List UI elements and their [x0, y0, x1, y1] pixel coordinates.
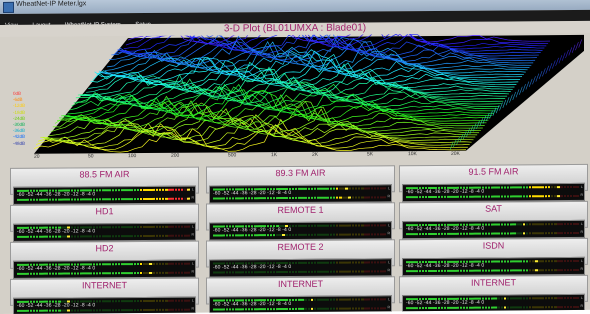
left-channel-marker: L: [581, 258, 583, 263]
level-meter: -60 -52 -44 -36 -28 -20 -12 -8 -4 0 LR: [209, 295, 392, 314]
level-meter: -60 -52 -44 -36 -28 -20 -12 -8 -4 0 LR: [209, 221, 392, 241]
meter-scale: -60 -52 -44 -36 -28 -20 -12 -8 -4 0: [213, 263, 292, 271]
left-channel-marker: L: [388, 186, 390, 191]
level-meter: -60 -52 -44 -36 -28 -20 -12 -8 -4 0 LR: [402, 293, 585, 314]
x-axis-label: 200: [171, 152, 180, 159]
x-axis-label: 500: [228, 152, 237, 159]
left-channel-marker: L: [388, 223, 390, 228]
meter-scale: -60 -52 -44 -36 -28 -20 -12 -8 -4 0: [213, 300, 292, 308]
right-channel-marker: R: [580, 266, 583, 271]
right-channel-marker: R: [580, 192, 583, 197]
right-channel-marker: R: [580, 229, 583, 234]
right-channel-marker: R: [387, 268, 390, 273]
level-meter: -60 -52 -44 -36 -28 -20 -12 -8 -4 0 LR: [402, 256, 585, 277]
y-axis-label: -30dB: [13, 121, 26, 127]
meter-scale: -60 -52 -44 -36 -28 -20 -12 -8 -4 0: [213, 226, 292, 234]
spectrum-waterfall: [33, 32, 584, 154]
right-channel-marker: R: [580, 303, 583, 308]
level-meter: -60 -52 -44 -36 -28 -20 -12 -8 -4 0 LR: [13, 296, 196, 314]
x-axis-label: 20K: [451, 150, 460, 157]
level-meter: -60 -52 -44 -36 -28 -20 -12 -8 -4 0 LR: [13, 185, 196, 205]
right-channel-marker: R: [191, 306, 194, 311]
window-title: WheatNet-IP Meter.lgx: [16, 0, 87, 8]
meter-label: REMOTE 2: [277, 241, 324, 253]
3d-spectrum-plot: 0dB -6dB -12dB -18dB -24dB -30dB -36dB -42dB -48…: [10, 32, 584, 162]
x-axis-label: 10K: [408, 151, 417, 158]
y-axis-label: -12dB: [13, 103, 26, 109]
meter-label: INTERNET: [471, 277, 516, 288]
meter-label: 89.3 FM AIR: [275, 167, 326, 179]
right-channel-marker: R: [191, 195, 194, 200]
app-icon: [3, 1, 14, 13]
level-meter: -60 -52 -44 -36 -28 -20 -12 -8 -4 0 LR: [209, 258, 392, 278]
meter-scale: -60 -52 -44 -36 -28 -20 -12 -8 -4 0: [17, 191, 96, 198]
right-channel-marker: R: [387, 194, 390, 199]
meter-label: SAT: [485, 203, 502, 214]
left-channel-marker: L: [192, 261, 194, 266]
y-axis-label: -6dB: [13, 97, 23, 103]
meter-scale: -60 -52 -44 -36 -28 -20 -12 -8 -4 0: [406, 225, 485, 233]
level-meter: -60 -52 -44 -36 -28 -20 -12 -8 -4 0 LR: [402, 182, 585, 203]
y-axis-label: -18dB: [13, 109, 26, 115]
meter-scale: -60 -52 -44 -36 -28 -20 -12 -8 -4 0: [17, 265, 96, 272]
meter-scale: -60 -52 -44 -36 -28 -20 -12 -8 -4 0: [17, 302, 96, 309]
left-channel-marker: L: [388, 260, 390, 265]
right-channel-marker: R: [387, 305, 390, 310]
y-axis-label: -42dB: [13, 134, 26, 140]
y-axis-label: -24dB: [13, 115, 26, 121]
left-channel-marker: L: [388, 297, 390, 302]
level-meter: -60 -52 -44 -36 -28 -20 -12 -8 -4 0 LR: [402, 219, 585, 240]
left-channel-marker: L: [192, 224, 194, 229]
x-axis-label: 5K: [367, 151, 374, 158]
x-axis-label: 1K: [271, 152, 278, 159]
level-meter: -60 -52 -44 -36 -28 -20 -12 -8 -4 0 LR: [13, 222, 196, 242]
right-channel-marker: R: [191, 269, 194, 274]
left-channel-marker: L: [192, 187, 194, 192]
meter-scale: -60 -52 -44 -36 -28 -20 -12 -8 -4 0: [17, 228, 96, 235]
left-channel-marker: L: [581, 295, 583, 300]
level-meter: -60 -52 -44 -36 -28 -20 -12 -8 -4 0 LR: [209, 184, 392, 204]
y-axis-label: -36dB: [13, 128, 26, 134]
meter-label: HD2: [95, 243, 114, 254]
level-meter: -60 -52 -44 -36 -28 -20 -12 -8 -4 0 LR: [13, 259, 196, 279]
x-axis-label: 50: [88, 153, 94, 160]
meter-scale: -60 -52 -44 -36 -28 -20 -12 -8 -4 0: [213, 189, 292, 197]
y-axis-label: 0dB: [13, 90, 22, 96]
meter-label: 88.5 FM AIR: [79, 169, 130, 180]
meter-scale: -60 -52 -44 -36 -28 -20 -12 -8 -4 0: [406, 188, 485, 196]
right-channel-marker: R: [191, 232, 194, 237]
app-window: WheatNet-IP Meter.lgx View Layout WheatN…: [0, 0, 590, 314]
left-channel-marker: L: [192, 298, 194, 303]
x-axis-label: 100: [128, 153, 137, 160]
meter-label: 91.5 FM AIR: [468, 166, 519, 177]
x-axis-label: 20: [34, 153, 40, 160]
y-axis-label: -48dB: [13, 140, 26, 146]
meter-label: INTERNET: [278, 278, 323, 290]
meter-scale: -60 -52 -44 -36 -28 -20 -12 -8 -4 0: [406, 299, 485, 307]
left-channel-marker: L: [581, 184, 583, 189]
left-channel-marker: L: [581, 221, 583, 226]
meter-label: ISDN: [482, 240, 505, 251]
meter-label: HD1: [95, 206, 114, 217]
meter-label: INTERNET: [82, 280, 127, 291]
meter-label: REMOTE 1: [277, 204, 324, 216]
x-axis-label: 2K: [312, 151, 319, 158]
meter-scale: -60 -52 -44 -36 -28 -20 -12 -8 -4 0: [406, 262, 485, 270]
right-channel-marker: R: [387, 231, 390, 236]
